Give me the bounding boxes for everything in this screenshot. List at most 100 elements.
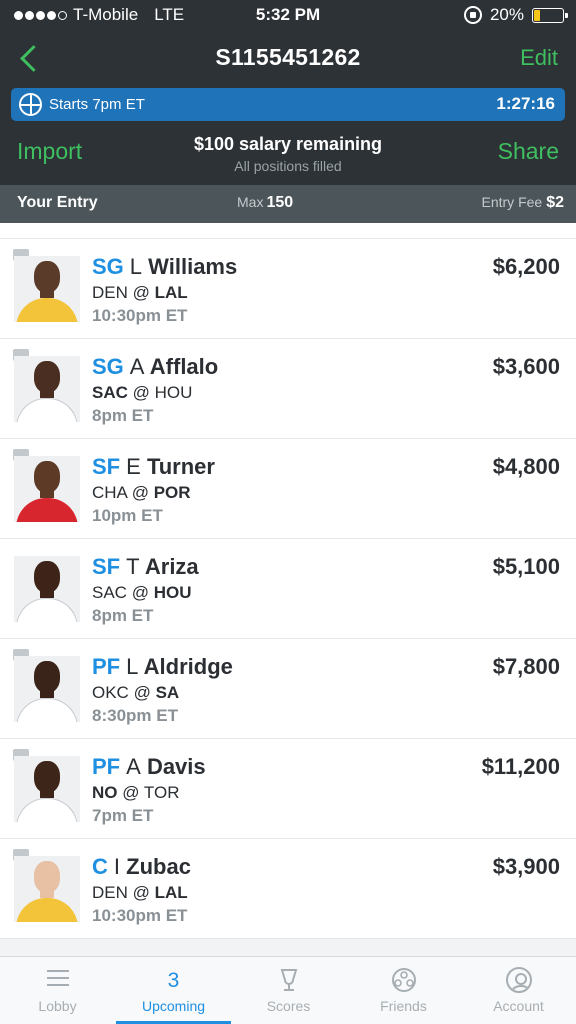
matchup-at: @ bbox=[122, 783, 140, 802]
upcoming-count: 3 bbox=[167, 969, 180, 992]
headshot-face bbox=[34, 561, 60, 593]
player-headshot bbox=[14, 756, 80, 822]
player-initial: L bbox=[129, 254, 143, 279]
matchup-team: SAC bbox=[92, 383, 128, 402]
matchup-opponent: HOU bbox=[154, 383, 193, 402]
player-name-line[interactable]: SF T Ariza bbox=[92, 554, 199, 580]
roster-list[interactable]: SG L Williams DEN @ LAL 10:30pm ET $6,200 SG A… bbox=[0, 223, 576, 956]
matchup-at: @ bbox=[132, 283, 150, 302]
tab-friends[interactable]: Friends bbox=[346, 957, 461, 1024]
game-time: 8pm ET bbox=[92, 406, 154, 425]
player-name-line[interactable]: SF E Turner bbox=[92, 454, 215, 480]
start-time-text: Starts 7pm ET bbox=[49, 96, 145, 113]
player-headshot bbox=[14, 656, 80, 722]
player-position: C bbox=[92, 854, 108, 879]
player-matchup: DEN @ LAL bbox=[92, 883, 188, 903]
tab-bar: Lobby 3 Upcoming Scores Friends Account bbox=[0, 956, 576, 1024]
player-salary: $3,600 bbox=[492, 354, 560, 379]
headshot-jersey bbox=[16, 398, 78, 422]
entry-fee-label: Entry Fee bbox=[481, 194, 543, 210]
headshot-face bbox=[34, 661, 60, 693]
player-name-line[interactable]: PF L Aldridge bbox=[92, 654, 233, 680]
roster-scroll-edge bbox=[0, 223, 576, 239]
share-button[interactable]: Share bbox=[498, 138, 559, 165]
headshot-face bbox=[34, 261, 60, 293]
game-time: 8pm ET bbox=[92, 606, 154, 625]
player-initial: A bbox=[129, 354, 145, 379]
matchup-opponent: SA bbox=[155, 683, 180, 702]
player-last-name: Williams bbox=[148, 254, 238, 279]
player-name-line[interactable]: SG A Afflalo bbox=[92, 354, 218, 380]
entry-fee: Entry Fee $2 bbox=[482, 194, 565, 212]
matchup-at: @ bbox=[131, 583, 149, 602]
player-salary: $3,900 bbox=[492, 854, 560, 879]
positions-status: All positions filled bbox=[234, 158, 342, 174]
tab-label: Account bbox=[493, 998, 544, 1014]
player-row[interactable]: PF A Davis NO @ TOR 7pm ET $11,200 bbox=[0, 739, 576, 839]
headshot-jersey bbox=[16, 898, 78, 922]
tab-label: Friends bbox=[380, 998, 427, 1014]
player-salary: $5,100 bbox=[492, 554, 560, 579]
player-name-line[interactable]: SG L Williams bbox=[92, 254, 237, 280]
contest-start-banner: Starts 7pm ET 1:27:16 bbox=[11, 88, 565, 121]
player-headshot bbox=[14, 856, 80, 922]
player-matchup: CHA @ POR bbox=[92, 483, 191, 503]
basketball-icon bbox=[19, 93, 42, 116]
tab-lobby[interactable]: Lobby bbox=[0, 957, 115, 1024]
headshot-face bbox=[34, 861, 60, 893]
player-headshot bbox=[14, 356, 80, 422]
battery-fill bbox=[534, 9, 540, 21]
player-position: SF bbox=[92, 454, 121, 479]
player-last-name: Ariza bbox=[144, 554, 199, 579]
player-row[interactable]: SF T Ariza SAC @ HOU 8pm ET $5,100 bbox=[0, 539, 576, 639]
tab-scores[interactable]: Scores bbox=[231, 957, 346, 1024]
player-row[interactable]: PF L Aldridge OKC @ SA 8:30pm ET $7,800 bbox=[0, 639, 576, 739]
headshot-jersey bbox=[16, 498, 78, 522]
player-position: SG bbox=[92, 254, 124, 279]
player-row[interactable]: CI Zubac DEN @ LAL 10:30pm ET $3,900 bbox=[0, 839, 576, 939]
edit-button[interactable]: Edit bbox=[520, 45, 558, 71]
game-time: 8:30pm ET bbox=[92, 706, 178, 725]
entry-header: S1155451262 Edit Starts 7pm ET 1:27:16 I… bbox=[0, 30, 576, 185]
player-salary: $11,200 bbox=[481, 754, 560, 779]
headshot-jersey bbox=[16, 698, 78, 722]
player-name-line[interactable]: PF A Davis bbox=[92, 754, 206, 780]
headshot-face bbox=[34, 461, 60, 493]
battery-icon bbox=[532, 7, 568, 23]
list-icon bbox=[45, 967, 71, 993]
page-title: S1155451262 bbox=[215, 44, 361, 70]
tab-account[interactable]: Account bbox=[461, 957, 576, 1024]
matchup-team: DEN bbox=[92, 283, 128, 302]
player-row[interactable]: SF E Turner CHA @ POR 10pm ET $4,800 bbox=[0, 439, 576, 539]
max-label: Max bbox=[237, 194, 264, 210]
player-position: SG bbox=[92, 354, 124, 379]
matchup-opponent: TOR bbox=[143, 783, 180, 802]
player-row[interactable]: SG A Afflalo SAC @ HOU 8pm ET $3,600 bbox=[0, 339, 576, 439]
player-initial: I bbox=[113, 854, 121, 879]
headshot-jersey bbox=[16, 598, 78, 622]
player-name-line[interactable]: CI Zubac bbox=[92, 854, 191, 880]
player-initial: E bbox=[126, 454, 141, 479]
salary-remaining: $100 salary remaining bbox=[193, 134, 383, 154]
matchup-team: DEN bbox=[92, 883, 128, 902]
player-matchup: NO @ TOR bbox=[92, 783, 180, 803]
player-position: PF bbox=[92, 754, 121, 779]
player-position: SF bbox=[92, 554, 121, 579]
matchup-team: NO bbox=[92, 783, 118, 802]
matchup-opponent: LAL bbox=[154, 883, 188, 902]
entry-fee-value: $2 bbox=[546, 194, 564, 211]
matchup-at: @ bbox=[131, 483, 149, 502]
player-row[interactable]: SG L Williams DEN @ LAL 10:30pm ET $6,200 bbox=[0, 239, 576, 339]
player-last-name: Turner bbox=[146, 454, 215, 479]
player-last-name: Aldridge bbox=[143, 654, 233, 679]
battery-percent: 20% bbox=[489, 5, 524, 24]
game-time: 10:30pm ET bbox=[92, 906, 188, 925]
tab-upcoming[interactable]: 3 Upcoming bbox=[116, 957, 231, 1024]
matchup-at: @ bbox=[132, 383, 150, 402]
rotation-lock-icon bbox=[463, 6, 482, 24]
entry-info-bar: Your Entry Max 150 Entry Fee $2 bbox=[0, 185, 576, 223]
matchup-team: SAC bbox=[92, 583, 127, 602]
matchup-opponent: LAL bbox=[154, 283, 188, 302]
game-time: 10:30pm ET bbox=[92, 306, 188, 325]
player-position: PF bbox=[92, 654, 121, 679]
